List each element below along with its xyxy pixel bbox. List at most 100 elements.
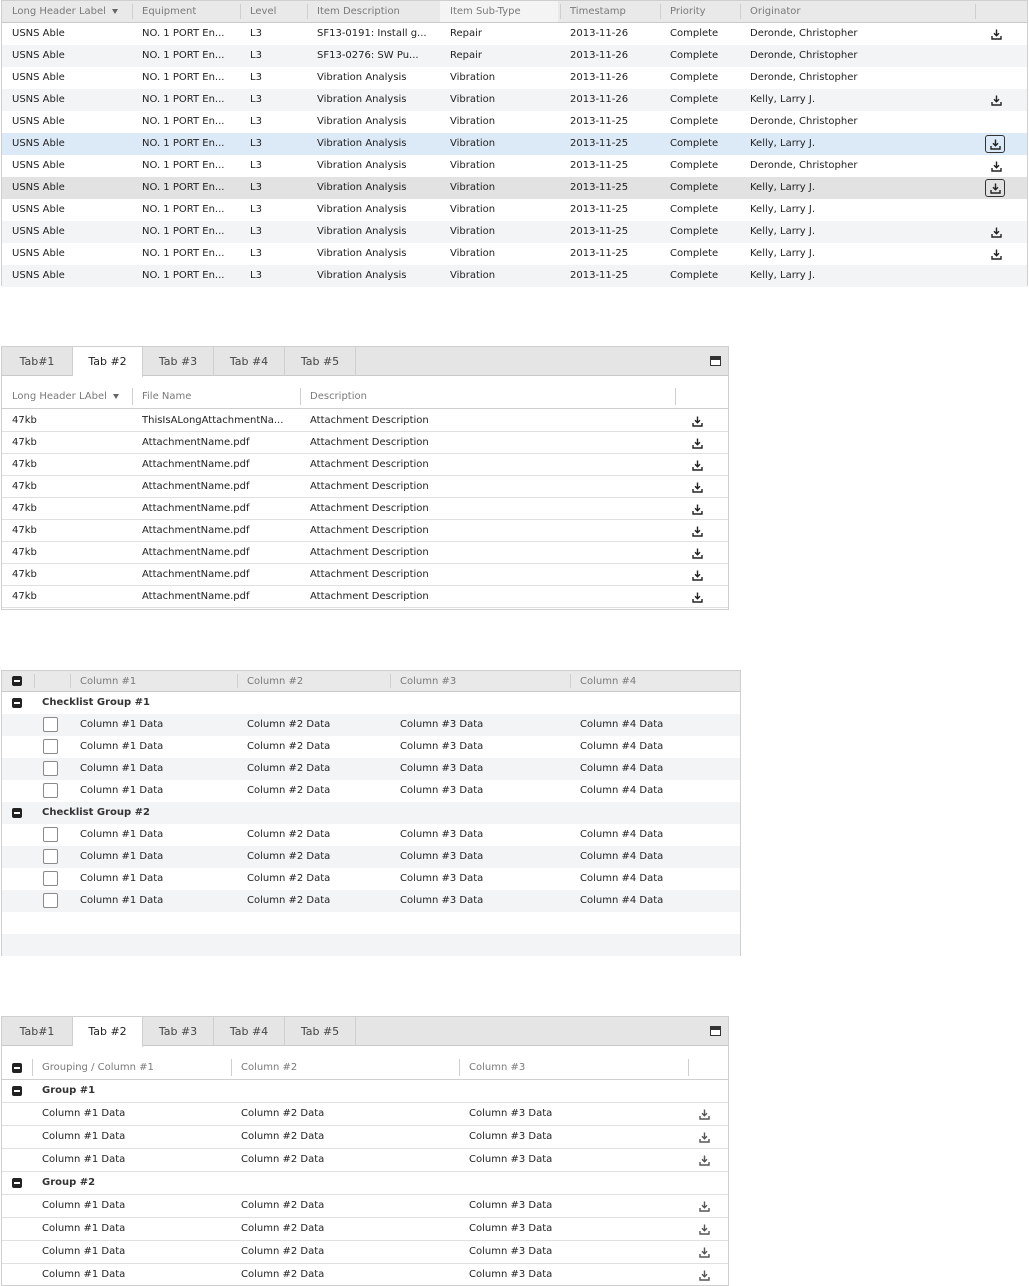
table-row[interactable]: Column #1 Data Column #2 Data Column #3 Da… xyxy=(2,736,740,758)
download-icon[interactable] xyxy=(697,1245,711,1259)
table-row[interactable]: USNS Able NO. 1 PORT En... L3 Vibration Ana… xyxy=(2,111,1027,133)
tab-1[interactable]: Tab#1 xyxy=(2,1017,73,1046)
col-resize-handle[interactable] xyxy=(975,4,976,19)
download-icon[interactable] xyxy=(697,1222,711,1236)
table-row[interactable]: USNS Able NO. 1 PORT En... L3 Vibration Ana… xyxy=(2,155,1027,177)
table-row[interactable]: 47kb AttachmentName.pdf Attachment Descrip… xyxy=(2,476,728,498)
table-row[interactable]: 47kb ThisIsALongAttachmentNa... Attachment… xyxy=(2,410,728,432)
col-header-timestamp[interactable]: Timestamp xyxy=(560,1,626,22)
table-row[interactable]: USNS Able NO. 1 PORT En... L3 Vibration Ana… xyxy=(2,243,1027,265)
table-row[interactable]: Column #1 Data Column #2 Data Column #3 Da… xyxy=(2,1218,728,1241)
col-header-1[interactable]: Column #1 xyxy=(70,671,136,691)
download-icon[interactable] xyxy=(985,179,1005,197)
group-row[interactable]: Checklist Group #1 xyxy=(2,692,740,714)
download-icon[interactable] xyxy=(690,524,704,538)
table-row[interactable]: Column #1 Data Column #2 Data Column #3 Da… xyxy=(2,1149,728,1172)
table-row[interactable]: Column #1 Data Column #2 Data Column #3 Da… xyxy=(2,1195,728,1218)
col-header-long-label[interactable]: Long Header LAbel xyxy=(2,385,119,408)
download-icon[interactable] xyxy=(690,590,704,604)
download-icon[interactable] xyxy=(697,1107,711,1121)
table-row[interactable]: 47kb AttachmentName.pdf Attachment Descrip… xyxy=(2,498,728,520)
download-icon[interactable] xyxy=(690,502,704,516)
table-row[interactable]: Column #1 Data Column #2 Data Column #3 Da… xyxy=(2,758,740,780)
table-row[interactable]: 47kb AttachmentName.pdf Attachment Descrip… xyxy=(2,542,728,564)
col-header-3[interactable]: Column #3 xyxy=(390,671,456,691)
table-row[interactable]: Column #1 Data Column #2 Data Column #3 Da… xyxy=(2,1264,728,1286)
collapse-all-icon[interactable] xyxy=(12,1063,22,1073)
download-icon[interactable] xyxy=(985,135,1005,153)
table-row[interactable]: 47kb AttachmentName.pdf Attachment Descrip… xyxy=(2,432,728,454)
row-checkbox[interactable] xyxy=(43,717,58,732)
collapse-icon[interactable] xyxy=(12,1178,22,1188)
download-icon[interactable] xyxy=(989,159,1003,173)
table-row[interactable]: USNS Able NO. 1 PORT En... L3 Vibration Ana… xyxy=(2,177,1027,199)
tab-4[interactable]: Tab #4 xyxy=(214,1017,285,1046)
col-header-3[interactable]: Column #3 xyxy=(459,1056,525,1079)
minimize-icon[interactable] xyxy=(710,1026,721,1036)
table-row[interactable]: 47kb AttachmentName.pdf Attachment Descrip… xyxy=(2,564,728,586)
minimize-icon[interactable] xyxy=(710,356,721,366)
group-row[interactable]: Checklist Group #2 xyxy=(2,802,740,824)
table-row[interactable]: Column #1 Data Column #2 Data Column #3 Da… xyxy=(2,846,740,868)
sort-desc-icon[interactable] xyxy=(112,394,119,399)
download-icon[interactable] xyxy=(690,458,704,472)
col-header-long-label[interactable]: Long Header Label xyxy=(2,1,130,22)
download-icon[interactable] xyxy=(697,1153,711,1167)
tab-3[interactable]: Tab #3 xyxy=(143,1017,214,1046)
table-row[interactable]: Column #1 Data Column #2 Data Column #3 Da… xyxy=(2,714,740,736)
table-row[interactable]: USNS Able NO. 1 PORT En... L3 Vibration Ana… xyxy=(2,199,1027,221)
table-row[interactable]: USNS Able NO. 1 PORT En... L3 Vibration Ana… xyxy=(2,67,1027,89)
tab-5[interactable]: Tab #5 xyxy=(285,347,356,376)
row-checkbox[interactable] xyxy=(43,761,58,776)
table-row[interactable]: Column #1 Data Column #2 Data Column #3 Da… xyxy=(2,1103,728,1126)
row-checkbox[interactable] xyxy=(43,849,58,864)
download-icon[interactable] xyxy=(989,247,1003,261)
table-row[interactable]: USNS Able NO. 1 PORT En... L3 SF13-0276: SW… xyxy=(2,45,1027,67)
tab-2[interactable]: Tab #2 xyxy=(73,1017,143,1047)
col-header-item-subtype[interactable]: Item Sub-Type xyxy=(440,1,558,22)
col-header-priority[interactable]: Priority xyxy=(660,1,706,22)
table-row[interactable]: Column #1 Data Column #2 Data Column #3 Da… xyxy=(2,890,740,912)
collapse-all-icon[interactable] xyxy=(12,676,22,686)
download-icon[interactable] xyxy=(989,93,1003,107)
table-row[interactable]: USNS Able NO. 1 PORT En... L3 Vibration Ana… xyxy=(2,89,1027,111)
tab-4[interactable]: Tab #4 xyxy=(214,347,285,376)
row-checkbox[interactable] xyxy=(43,871,58,886)
download-icon[interactable] xyxy=(989,225,1003,239)
table-row[interactable]: Column #1 Data Column #2 Data Column #3 Da… xyxy=(2,824,740,846)
download-icon[interactable] xyxy=(697,1268,711,1282)
group-row[interactable]: Group #1 xyxy=(2,1080,728,1103)
download-icon[interactable] xyxy=(697,1199,711,1213)
table-row[interactable]: 47kb AttachmentName.pdf Attachment Descrip… xyxy=(2,586,728,608)
col-header-level[interactable]: Level xyxy=(240,1,276,22)
row-checkbox[interactable] xyxy=(43,783,58,798)
group-row[interactable]: Group #2 xyxy=(2,1172,728,1195)
download-icon[interactable] xyxy=(690,414,704,428)
tab-2[interactable]: Tab #2 xyxy=(73,347,143,377)
sort-desc-icon[interactable] xyxy=(111,9,118,14)
download-icon[interactable] xyxy=(690,480,704,494)
col-header-grouping[interactable]: Grouping / Column #1 xyxy=(32,1056,154,1079)
row-checkbox[interactable] xyxy=(43,827,58,842)
download-icon[interactable] xyxy=(690,436,704,450)
table-row[interactable]: USNS Able NO. 1 PORT En... L3 SF13-0191: In… xyxy=(2,23,1027,45)
col-header-2[interactable]: Column #2 xyxy=(231,1056,297,1079)
download-icon[interactable] xyxy=(690,568,704,582)
table-row[interactable]: USNS Able NO. 1 PORT En... L3 Vibration Ana… xyxy=(2,221,1027,243)
col-resize-handle[interactable] xyxy=(688,1059,689,1076)
col-header-4[interactable]: Column #4 xyxy=(570,671,636,691)
download-icon[interactable] xyxy=(989,27,1003,41)
collapse-icon[interactable] xyxy=(12,698,22,708)
tab-1[interactable]: Tab#1 xyxy=(2,347,73,376)
table-row[interactable]: USNS Able NO. 1 PORT En... L3 Vibration Ana… xyxy=(2,265,1027,287)
row-checkbox[interactable] xyxy=(43,893,58,908)
col-header-originator[interactable]: Originator xyxy=(740,1,801,22)
col-header-equipment[interactable]: Equipment xyxy=(132,1,196,22)
tab-3[interactable]: Tab #3 xyxy=(143,347,214,376)
col-resize-handle[interactable] xyxy=(675,388,676,405)
table-row[interactable]: 47kb AttachmentName.pdf Attachment Descrip… xyxy=(2,520,728,542)
download-icon[interactable] xyxy=(690,546,704,560)
table-row[interactable]: 47kb AttachmentName.pdf Attachment Descrip… xyxy=(2,454,728,476)
col-header-2[interactable]: Column #2 xyxy=(237,671,303,691)
collapse-icon[interactable] xyxy=(12,808,22,818)
